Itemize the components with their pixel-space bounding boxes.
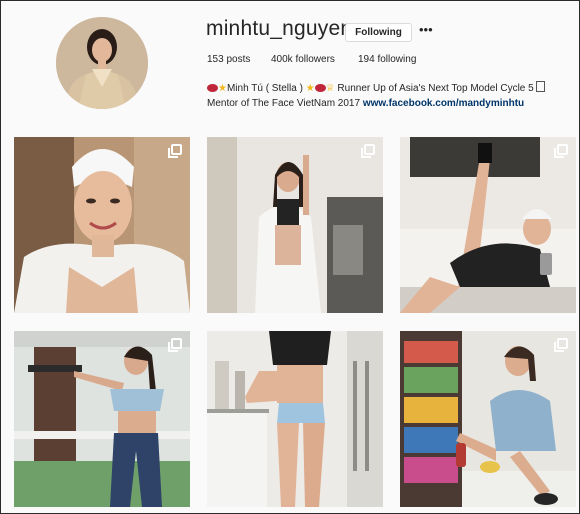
avatar-image — [56, 17, 148, 109]
more-options-icon[interactable]: ••• — [419, 23, 433, 37]
star-emoji-icon: ★ — [218, 83, 227, 94]
post-image — [400, 137, 576, 313]
post-2[interactable] — [207, 137, 383, 313]
post-4[interactable] — [14, 331, 190, 507]
post-3[interactable] — [400, 137, 576, 313]
bio-name: Minh Tú ( Stella ) — [226, 83, 303, 94]
multiple-posts-icon — [168, 338, 182, 352]
multiple-posts-icon — [168, 144, 182, 158]
unknown-glyph-icon — [536, 81, 546, 92]
profile-avatar[interactable] — [56, 17, 148, 109]
multiple-posts-icon — [554, 338, 568, 352]
post-image — [14, 137, 190, 313]
post-image — [207, 137, 383, 313]
multiple-posts-icon — [361, 144, 375, 158]
posts-count: 153 posts — [207, 54, 251, 65]
profile-bio: ★Minh Tú ( Stella ) ★ ♕ Runner Up of Asia… — [207, 81, 577, 111]
bio-mentor: Mentor — [207, 98, 239, 109]
lips-emoji-icon — [207, 84, 218, 92]
lips-emoji-icon — [314, 84, 326, 92]
multiple-posts-icon — [554, 144, 568, 158]
followers-count[interactable]: 400k followers — [271, 54, 335, 65]
post-5[interactable] — [207, 331, 383, 507]
star-emoji-icon: ★ — [305, 83, 315, 94]
bio-the-face: of The Face VietNam 2017 — [240, 98, 361, 109]
post-image — [207, 331, 383, 507]
post-image — [14, 331, 190, 507]
post-6[interactable] — [400, 331, 576, 507]
profile-username: minhtu_nguyen — [206, 17, 353, 40]
profile-page: minhtu_nguyen Following ••• 153 posts 40… — [0, 0, 580, 514]
following-count[interactable]: 194 following — [358, 54, 416, 65]
trophy-emoji-icon: ♕ — [325, 83, 335, 94]
bio-runner-up: Runner Up of Asia's Next Top Model Cycle… — [337, 83, 534, 94]
post-image — [400, 331, 576, 507]
bio-link[interactable]: www.facebook.com/mandyminhtu — [363, 98, 524, 109]
post-1[interactable] — [14, 137, 190, 313]
following-button[interactable]: Following — [345, 23, 412, 42]
